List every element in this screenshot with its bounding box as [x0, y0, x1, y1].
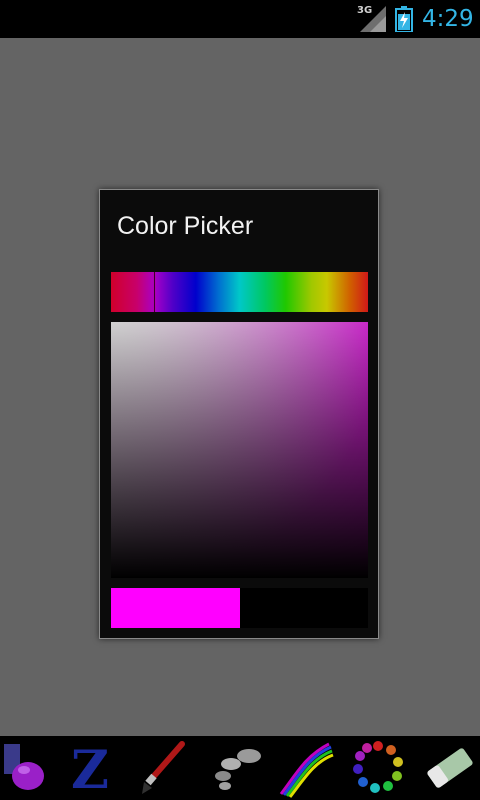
eraser-tool-button[interactable] [420, 736, 480, 800]
eraser-icon [427, 748, 473, 788]
color-wheel-icon [353, 741, 403, 793]
status-bar: 3G 4:29 [0, 0, 480, 38]
screen: 3G 4:29 Color Picker Z [0, 0, 480, 800]
color-preview [111, 588, 368, 628]
selected-color-swatch[interactable] [111, 588, 240, 628]
battery-charging-icon [395, 6, 413, 32]
svg-text:Z: Z [71, 740, 109, 800]
paintbrush-tool-button[interactable] [130, 736, 190, 800]
color-wheel-tool-button[interactable] [348, 736, 408, 800]
z-letter-icon: Z [71, 740, 109, 800]
ink-bottle-icon [4, 744, 44, 790]
hue-slider-handle[interactable] [153, 272, 156, 312]
saturation-value-picker[interactable] [111, 322, 368, 578]
dialog-title: Color Picker [117, 212, 254, 240]
rainbow-brush-tool-button[interactable] [275, 736, 335, 800]
bottom-toolbar: Z [0, 736, 480, 800]
hue-slider[interactable] [111, 272, 368, 312]
previous-color-swatch[interactable] [240, 588, 368, 628]
letter-z-tool-button[interactable]: Z [60, 736, 120, 800]
ink-bottle-tool-button[interactable] [0, 736, 60, 800]
color-picker-dialog: Color Picker [99, 189, 379, 639]
signal-icon [360, 6, 386, 32]
stones-tool-button[interactable] [205, 736, 265, 800]
paintbrush-icon [142, 741, 185, 794]
status-clock: 4:29 [422, 6, 474, 32]
rainbow-curve-icon [279, 742, 334, 798]
stones-icon [215, 749, 261, 790]
